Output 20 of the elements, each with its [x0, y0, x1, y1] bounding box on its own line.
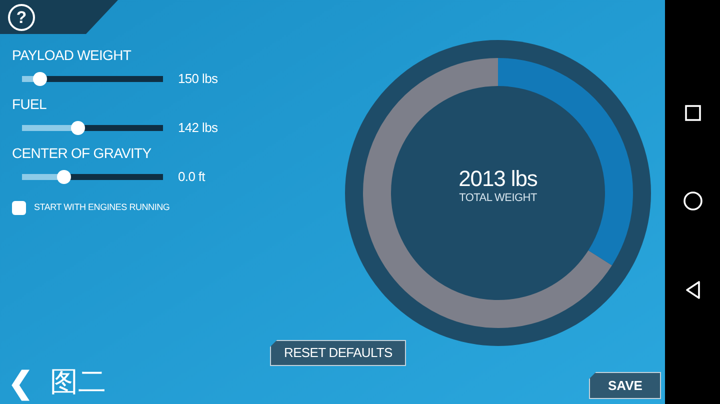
slider-thumb[interactable] [71, 121, 86, 135]
checkbox[interactable] [12, 201, 26, 215]
page-title: 图二 [50, 365, 106, 399]
total-weight-value: 2013 lbs [458, 166, 538, 192]
home-icon[interactable] [682, 190, 704, 212]
slider-value: 0.0 ft [178, 168, 205, 186]
reset-defaults-button[interactable]: RESET DEFAULTS [270, 340, 406, 366]
save-button[interactable]: SAVE [589, 372, 662, 399]
slider-label: FUEL [12, 95, 48, 113]
total-weight-caption: TOTAL WEIGHT [459, 192, 537, 205]
slider-value: 150 lbs [178, 70, 218, 88]
slider-value: 142 lbs [178, 119, 218, 138]
checkbox-label: START WITH ENGINES RUNNING [34, 201, 170, 214]
slider-label: CENTER OF GRAVITY [12, 144, 152, 162]
help-button[interactable]: ? [8, 4, 35, 31]
back-icon[interactable] [684, 280, 702, 300]
slider-thumb[interactable] [33, 72, 48, 86]
recent-apps-icon[interactable] [684, 104, 702, 122]
slider-thumb[interactable] [57, 170, 72, 184]
slider-label: PAYLOAD WEIGHT [12, 46, 132, 64]
